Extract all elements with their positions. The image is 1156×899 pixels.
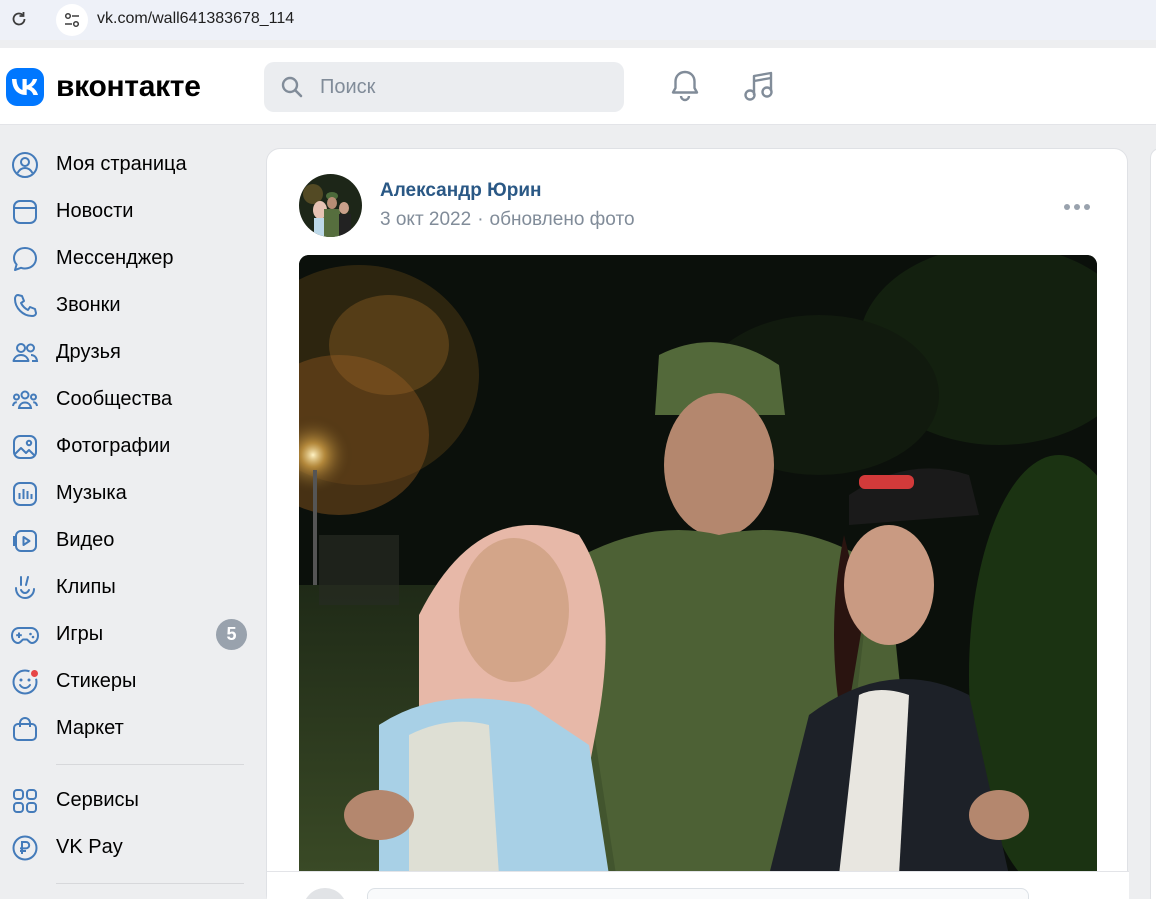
- sidebar-item-label: Музыка: [56, 482, 127, 504]
- post-meta: 3 окт 2022 · обновлено фото: [380, 209, 635, 231]
- sidebar-item-label: VK Pay: [56, 836, 123, 858]
- clips-icon: [10, 573, 40, 603]
- search-box[interactable]: [264, 62, 624, 112]
- sidebar-item-label: Звонки: [56, 294, 121, 316]
- friends-icon: [10, 338, 40, 368]
- sidebar-item-music[interactable]: Музыка: [0, 470, 260, 517]
- reload-icon[interactable]: [8, 8, 30, 30]
- sidebar-item-my-page[interactable]: Моя страница: [0, 141, 260, 188]
- sidebar-item-news[interactable]: Новости: [0, 188, 260, 235]
- comment-input[interactable]: [367, 888, 1029, 899]
- sidebar-item-label: Сервисы: [56, 789, 139, 811]
- post-date[interactable]: 3 окт 2022: [380, 209, 471, 230]
- author-avatar[interactable]: [299, 174, 362, 237]
- right-column-edge: [1150, 148, 1156, 899]
- post-action-text: обновлено фото: [489, 209, 635, 230]
- sidebar-item-label: Стикеры: [56, 670, 137, 692]
- sidebar-item-label: Маркет: [56, 717, 124, 739]
- post-author-name[interactable]: Александр Юрин: [380, 180, 542, 202]
- games-count-badge: 5: [216, 619, 247, 650]
- phone-icon: [10, 291, 40, 321]
- sidebar-item-friends[interactable]: Друзья: [0, 329, 260, 376]
- logo-text: вконтакте: [56, 70, 201, 103]
- sidebar-item-clips[interactable]: Клипы: [0, 564, 260, 611]
- stickers-icon: [10, 667, 40, 697]
- music-icon: [10, 479, 40, 509]
- sidebar-divider: [56, 883, 244, 884]
- sidebar-item-market[interactable]: Маркет: [0, 705, 260, 752]
- photos-icon: [10, 432, 40, 462]
- sidebar-item-label: Сообщества: [56, 388, 173, 410]
- sidebar-item-label: Друзья: [56, 341, 121, 363]
- sidebar-item-photos[interactable]: Фотографии: [0, 423, 260, 470]
- wall-post: Александр Юрин 3 окт 2022 · обновлено фото: [266, 148, 1129, 899]
- post-photo[interactable]: [299, 255, 1097, 875]
- messenger-icon: [10, 244, 40, 274]
- services-icon: [10, 786, 40, 816]
- sidebar-item-label: Моя страница: [56, 153, 187, 175]
- new-indicator-dot: [29, 667, 40, 679]
- news-icon: [10, 197, 40, 227]
- sidebar-item-label: Мессенджер: [56, 247, 174, 269]
- music-note-icon[interactable]: [739, 66, 779, 106]
- sidebar-divider: [56, 764, 244, 765]
- sidebar-item-label: Новости: [56, 200, 134, 222]
- sidebar-item-vkpay[interactable]: VK Pay: [0, 824, 260, 871]
- notifications-bell-icon[interactable]: [665, 66, 705, 106]
- vk-logo-icon: [6, 68, 44, 106]
- left-nav: Моя страница Новости Мессенджер Звонки Д…: [0, 141, 260, 896]
- meta-separator: ·: [477, 209, 484, 230]
- sidebar-item-video[interactable]: Видео: [0, 517, 260, 564]
- sidebar-item-communities[interactable]: Сообщества: [0, 376, 260, 423]
- current-user-avatar: [303, 888, 347, 899]
- communities-icon: [10, 385, 40, 415]
- search-input[interactable]: [320, 75, 600, 99]
- sidebar-item-label: Клипы: [56, 576, 116, 598]
- browser-address-bar: vk.com/wall641383678_114: [0, 0, 1156, 40]
- sidebar-item-games[interactable]: Игры 5: [0, 611, 260, 658]
- sidebar-item-calls[interactable]: Звонки: [0, 282, 260, 329]
- url-text[interactable]: vk.com/wall641383678_114: [97, 10, 294, 28]
- more-options-icon[interactable]: [1057, 195, 1097, 219]
- games-icon: [10, 620, 40, 650]
- market-icon: [10, 714, 40, 744]
- sidebar-item-label: Фотографии: [56, 435, 171, 457]
- site-settings-icon[interactable]: [56, 4, 88, 36]
- comment-bar: [267, 871, 1129, 899]
- sidebar-item-stickers[interactable]: Стикеры: [0, 658, 260, 705]
- top-header: вконтакте: [0, 48, 1156, 125]
- sidebar-item-label: Игры: [56, 623, 104, 645]
- video-icon: [10, 526, 40, 556]
- profile-icon: [10, 150, 40, 180]
- vk-logo[interactable]: вконтакте: [6, 68, 201, 106]
- sidebar-item-label: Видео: [56, 529, 115, 551]
- search-icon: [264, 75, 320, 99]
- sidebar-item-messenger[interactable]: Мессенджер: [0, 235, 260, 282]
- vkpay-icon: [10, 833, 40, 863]
- sidebar-item-services[interactable]: Сервисы: [0, 777, 260, 824]
